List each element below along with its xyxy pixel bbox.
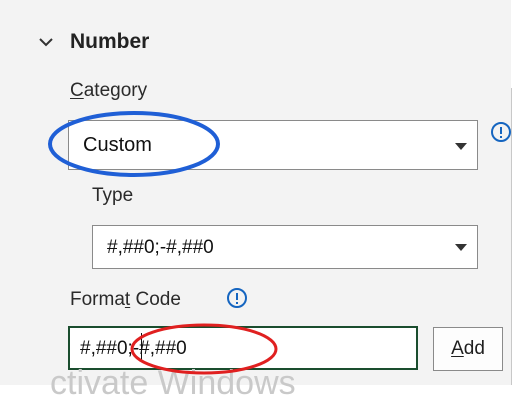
format-code-label: Format Code [70, 289, 181, 310]
right-edge [512, 0, 531, 385]
section-title: Number [70, 30, 150, 53]
category-value: Custom [83, 134, 152, 156]
add-button[interactable]: Add [433, 327, 503, 371]
category-dropdown[interactable]: Custom [68, 120, 478, 170]
text-cursor [141, 333, 142, 361]
category-label: Category [70, 80, 148, 101]
activate-windows-watermark: ctivate Windows [50, 364, 296, 402]
dropdown-arrow-icon[interactable] [455, 244, 467, 251]
format-code-value: #,##0;-#,##0 [80, 338, 187, 359]
format-pane: Number Category Custom Type #,##0;-#,##0… [0, 0, 512, 402]
dropdown-arrow-icon[interactable] [455, 143, 467, 150]
type-dropdown[interactable]: #,##0;-#,##0 [92, 225, 478, 269]
info-icon[interactable] [490, 121, 512, 143]
type-label: Type [92, 185, 134, 206]
info-icon[interactable] [226, 287, 248, 309]
chevron-down-icon[interactable] [36, 32, 56, 52]
type-value: #,##0;-#,##0 [107, 237, 214, 258]
number-section-header[interactable]: Number [36, 30, 149, 54]
